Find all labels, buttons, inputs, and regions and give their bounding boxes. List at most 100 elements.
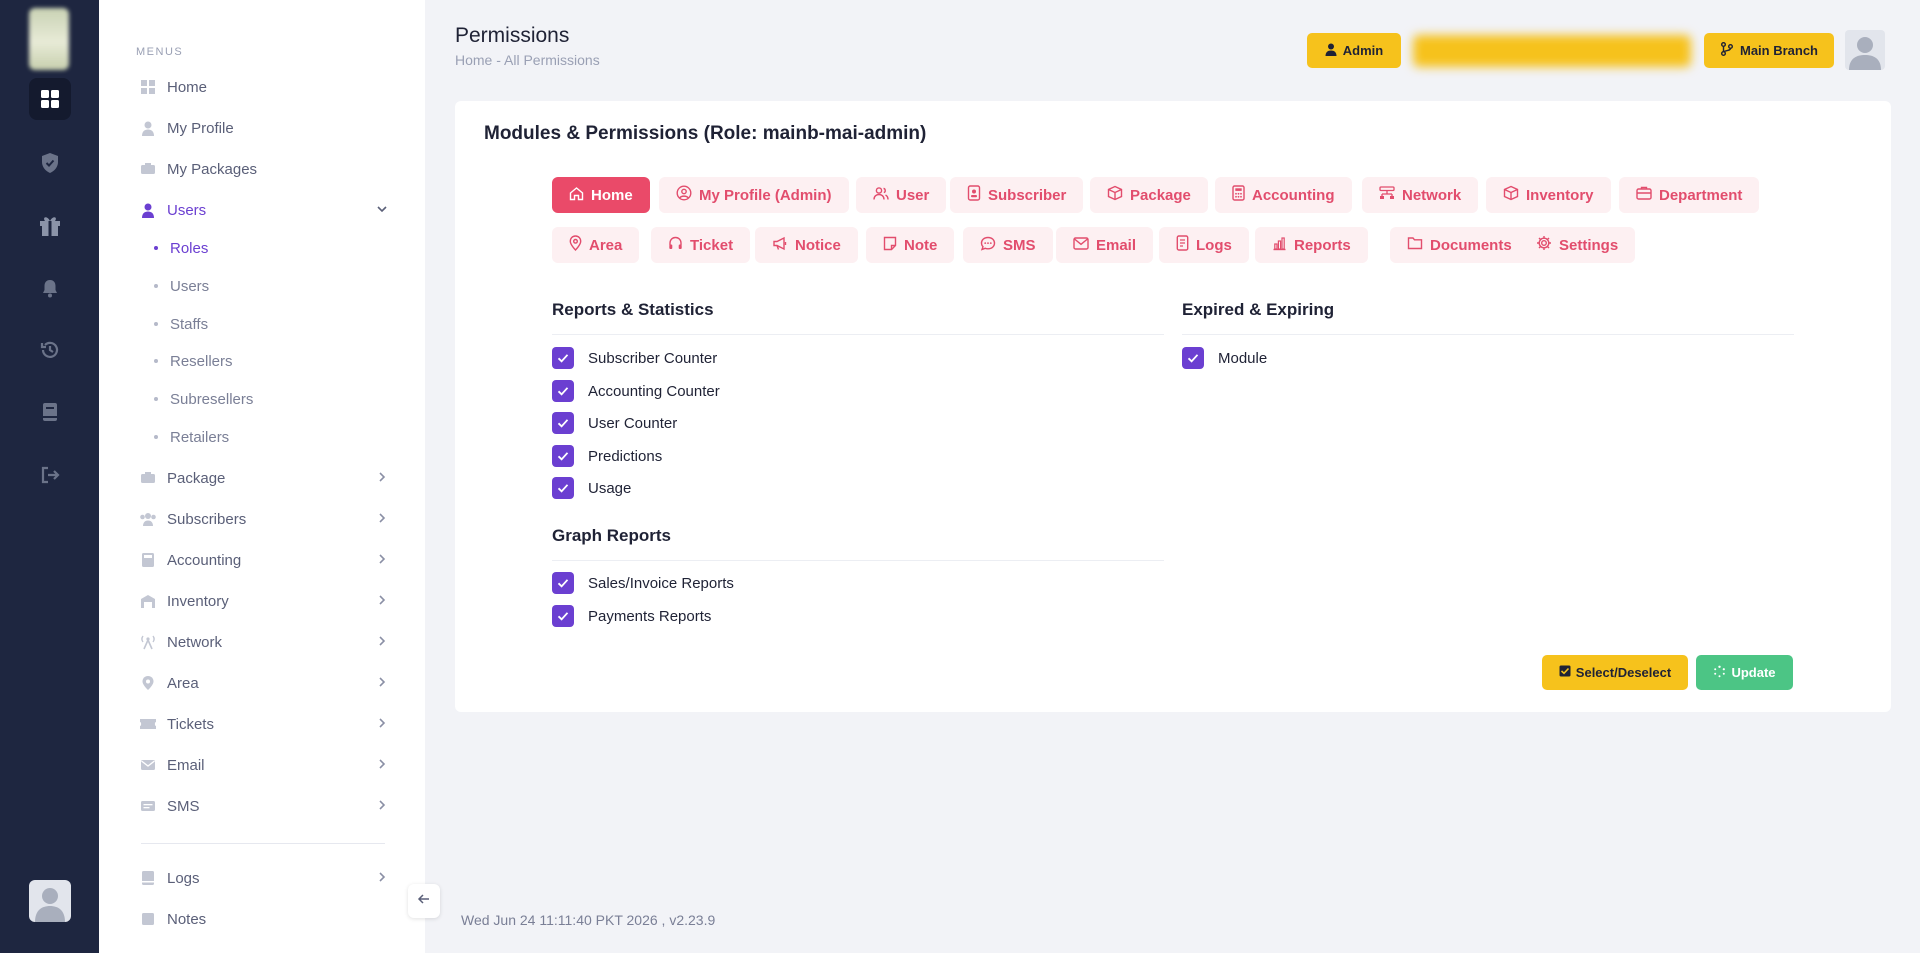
- checkbox-checked[interactable]: [552, 605, 574, 627]
- tab-logs[interactable]: Logs: [1159, 227, 1249, 263]
- tab-accounting[interactable]: Accounting: [1215, 177, 1352, 213]
- megaphone-icon: [772, 236, 795, 255]
- checkbox-checked[interactable]: [1182, 347, 1204, 369]
- permission-subscriber-counter[interactable]: Subscriber Counter: [552, 347, 717, 369]
- permission-user-counter[interactable]: User Counter: [552, 412, 677, 434]
- permissions-card: Modules & Permissions (Role: mainb-mai-a…: [455, 101, 1891, 712]
- sidebar-item-logs[interactable]: Logs: [139, 866, 389, 890]
- tab-inventory[interactable]: Inventory: [1486, 177, 1611, 213]
- app-logo[interactable]: [29, 8, 69, 70]
- gift-icon[interactable]: [29, 204, 71, 246]
- chevron-right-icon: [375, 870, 389, 888]
- chevron-right-icon: [375, 593, 389, 611]
- tab-area[interactable]: Area: [552, 227, 640, 263]
- sidebar-item-my-packages[interactable]: My Packages: [139, 157, 389, 181]
- checkbox-checked[interactable]: [552, 412, 574, 434]
- tab-email[interactable]: Email: [1056, 227, 1154, 263]
- tab-network[interactable]: Network: [1362, 177, 1479, 213]
- dashboard-icon[interactable]: [29, 78, 71, 120]
- user-circle-icon: [676, 185, 699, 205]
- sidebar-subitem-label: Resellers: [170, 352, 233, 370]
- main-branch-button[interactable]: Main Branch: [1704, 33, 1834, 68]
- sidebar-item-inventory[interactable]: Inventory: [139, 589, 389, 613]
- breadcrumb[interactable]: Home - All Permissions: [455, 52, 600, 68]
- note-icon: [883, 236, 904, 255]
- sidebar-subitem-roles[interactable]: Roles: [154, 237, 208, 259]
- checkbox-checked[interactable]: [552, 380, 574, 402]
- select-deselect-button[interactable]: Select/Deselect: [1542, 655, 1688, 690]
- tab-label: Documents: [1430, 236, 1512, 254]
- sidebar-subitem-resellers[interactable]: Resellers: [154, 350, 233, 372]
- sidebar-subitem-subresellers[interactable]: Subresellers: [154, 388, 253, 410]
- chevron-right-icon: [375, 511, 389, 529]
- sidebar-subitem-label: Roles: [170, 239, 209, 257]
- sidebar-item-home[interactable]: Home: [139, 75, 389, 99]
- update-button[interactable]: Update: [1696, 655, 1793, 690]
- sidebar-item-email[interactable]: Email: [139, 753, 389, 777]
- tab-my-profile-admin[interactable]: My Profile (Admin): [659, 177, 849, 213]
- bell-icon[interactable]: [29, 267, 71, 309]
- sidebar-subitem-staffs[interactable]: Staffs: [154, 313, 208, 335]
- checkbox-checked[interactable]: [552, 477, 574, 499]
- mail-icon: [139, 756, 157, 774]
- tab-home[interactable]: Home: [552, 177, 650, 213]
- logout-icon[interactable]: [29, 454, 71, 496]
- tab-package[interactable]: Package: [1090, 177, 1208, 213]
- book-icon: [139, 869, 157, 887]
- sidebar-item-subscribers[interactable]: Subscribers: [139, 507, 389, 531]
- tab-ticket[interactable]: Ticket: [651, 227, 751, 263]
- user-avatar[interactable]: [29, 880, 71, 922]
- shield-check-icon[interactable]: [29, 142, 71, 184]
- tab-user[interactable]: User: [856, 177, 947, 213]
- tab-department[interactable]: Department: [1619, 177, 1760, 213]
- sidebar-item-users[interactable]: Users: [139, 198, 389, 222]
- checkbox-checked[interactable]: [552, 445, 574, 467]
- chevron-right-icon: [375, 552, 389, 570]
- sidebar-item-label: Email: [167, 756, 205, 774]
- section-title-graph-reports: Graph Reports: [552, 526, 672, 545]
- permission-accounting-counter[interactable]: Accounting Counter: [552, 380, 720, 402]
- header-avatar[interactable]: [1845, 30, 1885, 70]
- sidebar-subitem-retailers[interactable]: Retailers: [154, 426, 229, 448]
- sidebar-item-notes[interactable]: Notes: [139, 907, 389, 931]
- arrow-left-icon: [417, 892, 431, 911]
- sidebar-subitem-label: Subresellers: [170, 390, 254, 408]
- tab-label: User: [896, 186, 930, 204]
- history-icon[interactable]: [29, 329, 71, 371]
- permission-sales-invoice-reports[interactable]: Sales/Invoice Reports: [552, 572, 734, 594]
- sidebar-item-my-profile[interactable]: My Profile: [139, 116, 389, 140]
- sidebar-item-accounting[interactable]: Accounting: [139, 548, 389, 572]
- admin-label: Admin: [1342, 43, 1384, 58]
- permission-predictions[interactable]: Predictions: [552, 445, 662, 467]
- tab-label: Accounting: [1252, 186, 1335, 204]
- permission-module[interactable]: Module: [1182, 347, 1267, 369]
- user-icon: [1325, 43, 1343, 59]
- box-icon: [1107, 185, 1130, 205]
- select-deselect-label: Select/Deselect: [1575, 665, 1672, 680]
- tab-settings[interactable]: Settings: [1519, 227, 1636, 263]
- tab-notice[interactable]: Notice: [755, 227, 858, 263]
- sidebar-collapse-button[interactable]: [408, 884, 440, 918]
- sidebar-subitem-users[interactable]: Users: [154, 275, 209, 297]
- spinner-icon: [1713, 665, 1731, 681]
- permission-payments-reports[interactable]: Payments Reports: [552, 605, 711, 627]
- sidebar-item-label: Notes: [167, 910, 207, 928]
- sidebar-item-tickets[interactable]: Tickets: [139, 712, 389, 736]
- tab-note[interactable]: Note: [866, 227, 955, 263]
- book-icon[interactable]: [29, 391, 71, 433]
- checkbox-checked[interactable]: [552, 347, 574, 369]
- section-divider: [552, 334, 1164, 335]
- tab-subscriber[interactable]: Subscriber: [950, 177, 1084, 213]
- tab-documents[interactable]: Documents: [1390, 227, 1529, 263]
- checkbox-checked[interactable]: [552, 572, 574, 594]
- page-title: Permissions: [455, 24, 570, 47]
- sidebar-item-area[interactable]: Area: [139, 671, 389, 695]
- tab-sms[interactable]: SMS: [963, 227, 1053, 263]
- sidebar-item-package[interactable]: Package: [139, 466, 389, 490]
- tab-reports[interactable]: Reports: [1255, 227, 1368, 263]
- map-pin-icon: [569, 235, 589, 255]
- permission-usage[interactable]: Usage: [552, 477, 631, 499]
- sidebar-item-sms[interactable]: SMS: [139, 794, 389, 818]
- admin-role-button[interactable]: Admin: [1307, 33, 1401, 68]
- sidebar-item-network[interactable]: Network: [139, 630, 389, 654]
